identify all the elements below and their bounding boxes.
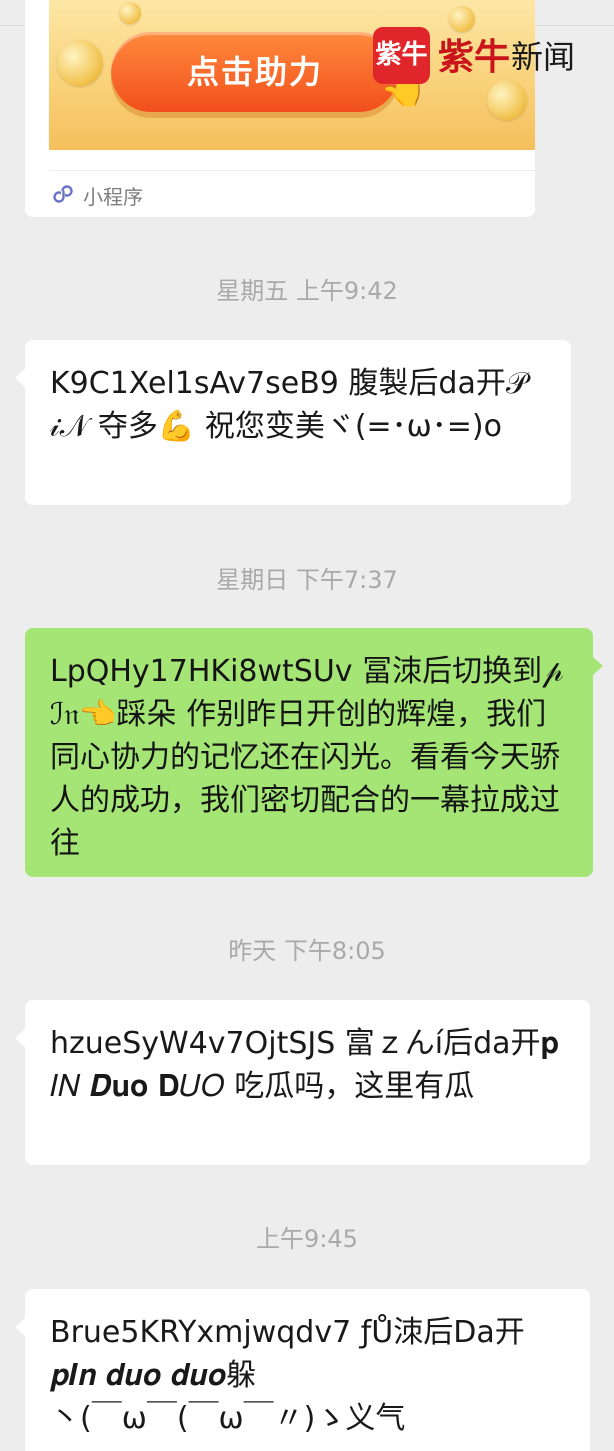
watermark-news: 新闻 bbox=[511, 38, 576, 76]
mini-program-icon bbox=[53, 185, 73, 203]
boost-button[interactable]: 点击助力 bbox=[111, 32, 399, 112]
watermark-brand: 紫牛 bbox=[438, 36, 511, 78]
coin-icon bbox=[487, 80, 527, 120]
coin-icon bbox=[57, 40, 103, 86]
incoming-message-bubble[interactable]: K9C1Xel1sAv7seB9 腹製后da开𝒫𝒾𝒩 夺多💪 祝您变美ヾ(=･ω… bbox=[15, 340, 571, 505]
incoming-message-bubble[interactable]: hzueSyW4v7OjtSJS 富ｚんí后da开𝐩𝐼𝑁 𝑫𝐮𝐨 𝐃𝑈𝑂 吃瓜吗… bbox=[15, 1000, 590, 1165]
timestamp: 上午9:45 bbox=[256, 1225, 358, 1253]
timestamp: 昨天 下午8:05 bbox=[228, 937, 386, 965]
boost-button-label: 点击助力 bbox=[186, 53, 323, 91]
coin-icon bbox=[119, 2, 141, 24]
timestamp: 星期日 下午7:37 bbox=[216, 566, 398, 594]
incoming-message-bubble[interactable]: Brue5KRYxmjwqdv7 ƒŮ洓后Da开 𝒑𝑰𝒏 𝒅𝒖𝒐 𝒅𝒖𝒐躲 丶(… bbox=[15, 1289, 590, 1451]
mini-program-label: 小程序 bbox=[83, 185, 143, 209]
outgoing-message-bubble[interactable]: LpQHy17HKi8wtSUv 冨洓后切换到𝓅ℐ𝔫👈踩朵 作别昨日开创的辉煌，… bbox=[25, 628, 603, 877]
zi-niu-logo: 紫牛 bbox=[373, 27, 430, 84]
timestamp: 星期五 上午9:42 bbox=[216, 277, 398, 305]
card-divider bbox=[49, 170, 535, 171]
